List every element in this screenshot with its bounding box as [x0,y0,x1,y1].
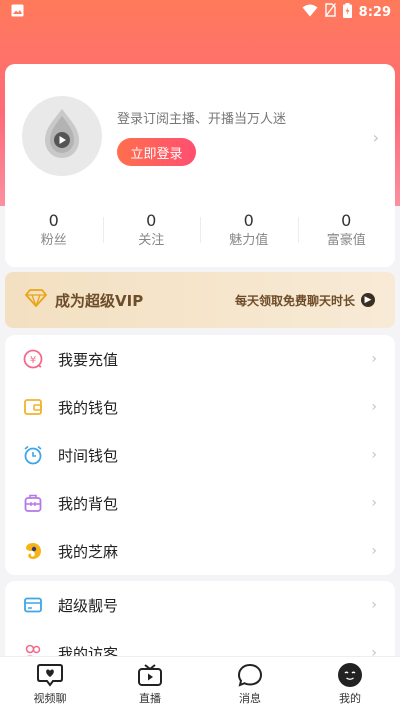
login-tagline: 登录订阅主播、开播当万人迷 [117,112,287,127]
tab-live[interactable]: 直播 [100,657,200,711]
stat-label: 粉丝 [40,233,67,248]
menu-label: 时间钱包 [58,446,119,465]
chevron-right-icon: › [371,597,377,613]
no-sim-icon [324,3,336,21]
stat-fans[interactable]: 0 粉丝 [5,211,103,253]
tab-video-chat[interactable]: 视频聊 [0,657,100,711]
menu-item-recharge[interactable]: ¥ 我要充值 › [5,335,395,383]
avatar[interactable] [22,96,102,176]
profile-face-icon [337,662,363,688]
alarm-clock-icon [22,444,44,466]
profile-card[interactable]: 登录订阅主播、开播当万人迷 立即登录 › 0 粉丝 0 关注 0 魅力值 0 富… [5,64,395,267]
gallery-icon [11,4,24,21]
menu-label: 我的芝麻 [58,542,119,561]
menu-item-backpack[interactable]: 我的背包 › [5,479,395,527]
arrow-right-icon: ▶ [361,293,375,307]
menu-label: 我的背包 [58,494,119,513]
svg-text:¥: ¥ [30,355,36,366]
tab-label: 直播 [139,692,161,705]
menu-group-primary: ¥ 我要充值 › 我的钱包 › 时间钱包 › 我的背包 › 我的芝麻 › [5,335,395,575]
wallet-icon [22,396,44,418]
stat-charm[interactable]: 0 魅力值 [200,211,298,253]
heart-chat-icon [37,662,63,688]
stat-value: 0 [341,211,352,230]
stat-label: 关注 [138,233,165,248]
card-icon [22,594,44,616]
chevron-right-icon[interactable]: › [373,128,379,147]
status-time: 8:29 [358,4,391,20]
battery-charging-icon [342,2,352,22]
tab-label: 消息 [239,692,261,705]
status-bar: 8:29 [0,0,400,24]
menu-item-wallet[interactable]: 我的钱包 › [5,383,395,431]
tab-label: 视频聊 [33,692,67,705]
chevron-right-icon: › [371,495,377,511]
recharge-icon: ¥ [22,348,44,370]
tab-mine[interactable]: 我的 [300,657,400,711]
stat-following[interactable]: 0 关注 [102,211,201,253]
menu-label: 我要充值 [58,350,119,369]
tab-label: 我的 [339,692,361,705]
wifi-icon [302,4,318,21]
stat-label: 富豪值 [326,233,366,248]
vip-subtitle-link[interactable]: 每天领取免费聊天时长 ▶ [235,292,375,309]
stat-value: 0 [146,211,157,230]
sesame-icon [22,540,44,562]
tv-icon [137,662,163,688]
bottom-tab-bar: 视频聊 直播 消息 我的 [0,656,400,711]
tab-messages[interactable]: 消息 [200,657,300,711]
chevron-right-icon: › [371,447,377,463]
chevron-right-icon: › [371,543,377,559]
vip-title: 成为超级VIP [55,291,144,310]
menu-item-time-wallet[interactable]: 时间钱包 › [5,431,395,479]
chevron-right-icon: › [371,399,377,415]
menu-label: 超级靓号 [58,596,119,615]
stat-value: 0 [48,211,59,230]
stat-label: 魅力值 [229,233,269,248]
message-bubble-icon [237,662,263,688]
stat-value: 0 [243,211,254,230]
menu-label: 我的钱包 [58,398,119,417]
login-button[interactable]: 立即登录 [117,138,196,166]
menu-item-super-number[interactable]: 超级靓号 › [5,581,395,629]
chevron-right-icon: › [371,351,377,367]
diamond-icon [24,289,48,311]
backpack-icon [22,492,44,514]
stats-row: 0 粉丝 0 关注 0 魅力值 0 富豪值 [5,211,395,253]
stat-wealth[interactable]: 0 富豪值 [297,211,396,253]
play-drop-avatar-icon [36,106,88,166]
vip-subtitle: 每天领取免费聊天时长 [234,293,355,308]
vip-banner[interactable]: 成为超级VIP 每天领取免费聊天时长 ▶ [5,272,395,328]
menu-item-sesame[interactable]: 我的芝麻 › [5,527,395,575]
